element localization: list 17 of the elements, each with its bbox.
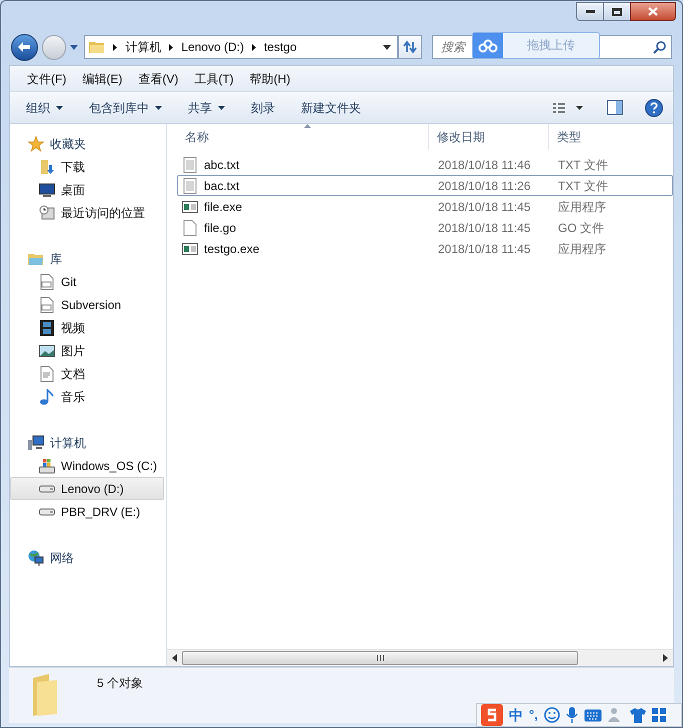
file-name: testgo.exe	[204, 240, 260, 258]
modified-date: 2018/10/18 11:26	[437, 178, 532, 194]
modified-date: 2018/10/18 11:45	[437, 198, 532, 216]
modified-date: 2018/10/18 11:45	[437, 240, 532, 258]
file-name: bac.txt	[204, 178, 240, 194]
file-name: file.go	[204, 220, 236, 236]
file-type: TXT 文件	[557, 178, 608, 194]
file-type: 应用程序	[557, 240, 606, 258]
file-type: 应用程序	[557, 198, 606, 216]
upload-label: 拖拽上传	[526, 37, 576, 54]
item-count: 5 个对象	[97, 675, 144, 692]
file-type: GO 文件	[557, 220, 604, 236]
file-type: TXT 文件	[557, 156, 608, 174]
modified-date: 2018/10/18 11:45	[437, 220, 532, 236]
file-name: file.exe	[204, 198, 242, 216]
file-name: abc.txt	[204, 156, 240, 174]
modified-date: 2018/10/18 11:46	[437, 156, 532, 174]
